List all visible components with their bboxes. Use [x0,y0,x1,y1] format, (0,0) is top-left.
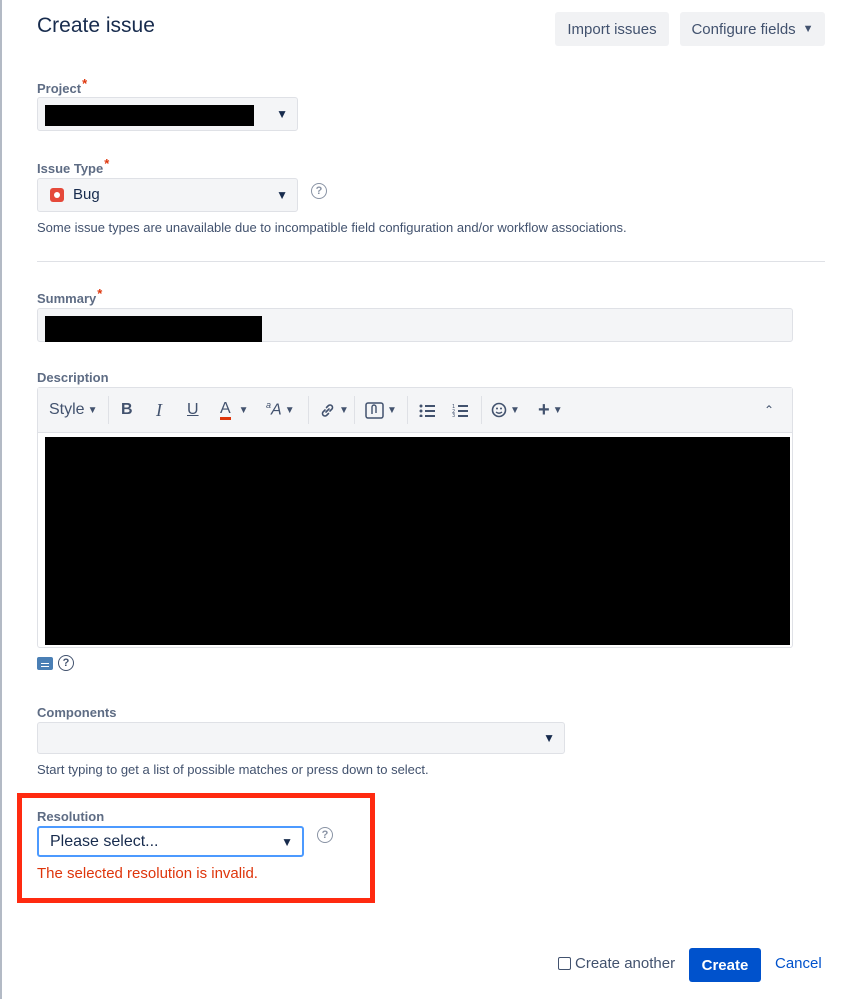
toolbar-separator [354,396,355,424]
issue-type-value: Bug [73,186,100,203]
chevron-down-icon: ▼ [87,404,98,416]
style-label: Style [49,401,85,418]
components-hint: Start typing to get a list of possible m… [37,762,429,777]
bullet-list-button[interactable] [419,388,435,432]
resolution-select[interactable]: Please select... ▼ [37,826,304,857]
editor-toolbar: Style ▼ B I U A ▼ aA ▼ ▼ ▼ 1 2 3 ▼ + ▼ ⌃ [38,388,792,433]
chevron-down-icon: ▼ [543,731,555,745]
issue-type-hint: Some issue types are unavailable due to … [37,220,627,235]
help-icon[interactable]: ? [311,183,327,199]
resolution-label: Resolution [37,809,105,824]
collapse-toolbar-button[interactable]: ⌃ [764,388,774,432]
required-marker: * [104,156,110,171]
toolbar-separator [308,396,309,424]
chevron-double-up-icon: ⌃ [764,403,775,417]
numbered-list-icon: 1 2 3 [452,404,468,417]
chevron-down-icon: ▼ [276,188,288,202]
import-issues-button[interactable]: Import issues [555,12,669,46]
attachment-button[interactable]: ▼ [365,388,397,432]
toolbar-separator [108,396,109,424]
resolution-selected-value: Please select... [50,833,159,850]
project-label: Project* [37,76,87,96]
text-format-icon: aA [266,400,282,419]
chevron-down-icon: ▼ [281,834,293,849]
issue-type-select[interactable]: Bug ▼ [37,178,298,212]
plus-icon: + [538,398,550,421]
create-button[interactable]: Create [689,948,761,982]
configure-fields-label: Configure fields [691,20,796,38]
components-select[interactable]: ▼ [37,722,565,754]
text-mode-icon[interactable] [37,657,53,670]
required-marker: * [97,286,103,301]
text-color-icon: A [220,400,231,420]
bullet-list-icon [419,404,435,417]
section-divider [37,261,825,262]
link-button[interactable]: ▼ [319,388,349,432]
summary-label-text: Summary [37,291,97,306]
redacted-description-text [45,437,790,645]
required-marker: * [82,76,88,91]
chevron-down-icon: ▼ [339,404,349,416]
bug-icon [50,188,64,202]
text-color-button[interactable]: A ▼ [220,388,249,432]
text-style-button[interactable]: aA ▼ [266,388,295,432]
description-label: Description [37,370,109,385]
issue-type-label-text: Issue Type [37,161,104,176]
emoji-button[interactable]: ▼ [491,388,520,432]
chevron-down-icon: ▼ [276,107,288,121]
create-another-label[interactable]: Create another [575,955,675,972]
link-icon [321,403,334,417]
bold-button[interactable]: B [121,388,133,432]
attachment-icon [365,401,384,419]
emoji-icon [491,402,507,418]
create-button-label: Create [701,956,749,974]
summary-input[interactable] [37,308,793,342]
svg-text:3: 3 [452,413,455,417]
summary-label: Summary* [37,286,102,306]
chevron-down-icon: ▼ [238,404,249,416]
components-label: Components [37,705,117,720]
description-editor[interactable]: Style ▼ B I U A ▼ aA ▼ ▼ ▼ 1 2 3 ▼ + ▼ ⌃ [37,387,793,648]
insert-more-button[interactable]: + ▼ [538,388,563,432]
redacted-summary-text [45,316,262,342]
chevron-down-icon: ▼ [284,404,295,416]
chevron-down-icon: ▼ [552,404,563,416]
style-dropdown[interactable]: Style ▼ [49,388,97,432]
import-issues-label: Import issues [567,20,657,38]
italic-button[interactable]: I [156,388,162,432]
help-icon[interactable]: ? [58,655,74,671]
dialog-title: Create issue [37,14,155,37]
issue-type-label: Issue Type* [37,156,109,176]
toolbar-separator [481,396,482,424]
project-label-text: Project [37,81,82,96]
underline-button[interactable]: U [187,388,199,432]
help-icon[interactable]: ? [317,827,333,843]
dialog-left-edge [0,0,2,999]
resolution-error-message: The selected resolution is invalid. [37,865,258,882]
chevron-down-icon: ▼ [510,404,520,416]
toolbar-separator [407,396,408,424]
chevron-down-icon: ▼ [802,23,814,35]
configure-fields-button[interactable]: Configure fields ▼ [680,12,825,46]
redacted-project-name [45,105,254,126]
chevron-down-icon: ▼ [387,404,397,416]
cancel-link[interactable]: Cancel [775,955,822,972]
project-select[interactable]: ▼ [37,97,298,131]
numbered-list-button[interactable]: 1 2 3 [452,388,468,432]
create-another-checkbox[interactable] [558,957,571,970]
